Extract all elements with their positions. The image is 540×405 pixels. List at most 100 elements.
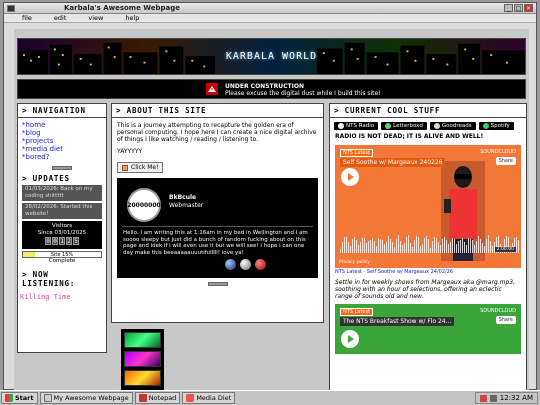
minimize-icon[interactable]: _: [504, 4, 513, 12]
waveform-bar: [398, 235, 399, 253]
waveform-bar: [376, 245, 377, 253]
player-caption[interactable]: NTS Latest · Self Soothe w/ Margeaux 24/…: [330, 268, 526, 276]
player-header: NTS Latest Self Soothe w/ Margeaux 24022…: [340, 149, 446, 167]
play-button[interactable]: [341, 168, 359, 186]
tab-goodreads[interactable]: Goodreads: [429, 122, 476, 130]
nts-icon: [338, 123, 344, 129]
track-duration: 2:00:00: [494, 247, 516, 252]
soundcloud-player[interactable]: NTS Latest The NTS Breakfast Show w/ Flo…: [335, 304, 521, 354]
profile-bio: Hello. I am writing this at 1:16am in my…: [123, 230, 308, 256]
site-title: KARBALA WORLD: [225, 51, 318, 62]
waveform-bar: [488, 235, 489, 253]
taskbar-app-webpage[interactable]: My Awesome Webpage: [39, 392, 133, 404]
waveform-bar: [370, 240, 371, 253]
taskbar-app-media-diet[interactable]: Media Diet: [182, 392, 236, 404]
system-tray: 12:32 AM: [474, 392, 538, 404]
waveform-bar: [480, 239, 481, 253]
visitors-since: Since 03/01/2025: [37, 229, 87, 236]
waveform-bar: [344, 237, 345, 253]
gallery-thumbnail[interactable]: [124, 370, 161, 386]
update-item: 28/02/2026: Started this website!: [22, 203, 102, 219]
site-progress-bar: Site 15%: [22, 250, 102, 258]
about-yay: YAYYYYY: [117, 148, 143, 155]
browser-icon: [43, 394, 52, 402]
waveform-bar: [348, 241, 349, 253]
menu-file[interactable]: file: [22, 14, 32, 22]
waveform-bar: [486, 238, 487, 253]
header-banner: KARBALA WORLD: [17, 38, 526, 75]
gallery-thumbnail[interactable]: [124, 332, 161, 348]
about-body: This is a journey attempting to recaptur…: [112, 118, 323, 292]
browser-window: Karbala's Awesome Webpage _ □ × file edi…: [3, 2, 537, 391]
waveform-bar: [454, 238, 455, 253]
media-diet-icon: [186, 394, 195, 402]
waveform-bar: [392, 241, 393, 253]
left-sidebar: > NAVIGATION *home *blog *projects *medi…: [17, 103, 107, 353]
menu-help[interactable]: help: [125, 14, 139, 22]
nav-link-blog[interactable]: *blog: [22, 129, 102, 137]
tab-spotify[interactable]: Spotify: [478, 122, 514, 130]
track-title[interactable]: The NTS Breakfast Show w/ Flo 24...: [340, 317, 455, 326]
waveform-bar: [368, 241, 369, 253]
nav-link-bored[interactable]: *bored?: [22, 153, 102, 161]
taskbar-app-label: Notepad: [148, 394, 177, 402]
waveform-bar: [356, 239, 357, 253]
share-button[interactable]: Share: [495, 157, 516, 165]
notepad-icon: [138, 394, 147, 402]
waveform-bar: [490, 241, 491, 253]
counter-digit: 5: [73, 237, 79, 245]
waveform-bar: [450, 241, 451, 253]
visitor-counter: Visitors Since 03/01/2025 0 0 1 2 5: [22, 221, 102, 249]
waveform-bar: [374, 240, 375, 253]
soundcloud-player[interactable]: NTS Latest Self Soothe w/ Margeaux 24022…: [335, 145, 521, 268]
avatar: 20000000: [127, 188, 161, 222]
progress-complete-label: Complete: [48, 257, 76, 264]
click-me-button[interactable]: Click Me!: [117, 162, 164, 173]
waveform[interactable]: [340, 233, 519, 253]
tab-letterboxd[interactable]: Letterboxd: [381, 122, 427, 130]
counter-digit: 0: [45, 237, 51, 245]
waveform-bar: [516, 236, 517, 253]
waveform-bar: [518, 239, 519, 253]
now-listening-track[interactable]: Killing Time: [18, 290, 106, 304]
counter-digits: 0 0 1 2 5: [45, 237, 79, 245]
waveform-bar: [484, 245, 485, 253]
construction-title: UNDER CONSTRUCTION: [225, 83, 304, 90]
waveform-bar: [346, 237, 347, 253]
close-icon[interactable]: ×: [524, 4, 533, 12]
player-link[interactable]: NTS Latest: [340, 149, 374, 157]
maximize-icon[interactable]: □: [514, 4, 523, 12]
tab-nts-radio[interactable]: NTS Radio: [334, 122, 379, 130]
waveform-bar: [400, 240, 401, 253]
nav-link-home[interactable]: *home: [22, 121, 102, 129]
player-header: NTS Latest The NTS Breakfast Show w/ Flo…: [340, 308, 455, 326]
update-item: 01/03/2026: Back on my coding shittttt: [22, 185, 102, 201]
waveform-bar: [364, 238, 365, 253]
silver-orb-icon[interactable]: [240, 259, 251, 270]
share-button[interactable]: Share: [495, 316, 516, 324]
nav-link-media-diet[interactable]: *media diet: [22, 145, 102, 153]
play-button[interactable]: [341, 330, 359, 348]
waveform-bar: [362, 238, 363, 253]
start-button[interactable]: Start: [1, 392, 38, 404]
soundcloud-logo: SOUNDCLOUD: [480, 308, 516, 314]
taskbar-app-notepad[interactable]: Notepad: [134, 392, 181, 404]
player-link[interactable]: NTS Latest: [340, 308, 374, 316]
gallery-thumbnail[interactable]: [124, 351, 161, 367]
waveform-bar: [446, 240, 447, 253]
more-button[interactable]: [207, 282, 228, 286]
more-button[interactable]: [52, 166, 72, 170]
menu-view[interactable]: view: [88, 14, 103, 22]
progress-label: Site 15%: [50, 251, 74, 258]
track-title[interactable]: Self Soothe w/ Margeaux 240226: [340, 158, 446, 167]
network-icon[interactable]: [479, 394, 487, 402]
waveform-bar: [358, 244, 359, 253]
tab-label: Spotify: [490, 123, 510, 129]
blue-orb-icon[interactable]: [225, 259, 236, 270]
privacy-policy-link[interactable]: Privacy policy: [339, 260, 370, 265]
volume-icon[interactable]: [489, 394, 497, 402]
waveform-bar: [354, 237, 355, 253]
menu-edit[interactable]: edit: [54, 14, 66, 22]
nav-link-projects[interactable]: *projects: [22, 137, 102, 145]
red-orb-icon[interactable]: [255, 259, 266, 270]
